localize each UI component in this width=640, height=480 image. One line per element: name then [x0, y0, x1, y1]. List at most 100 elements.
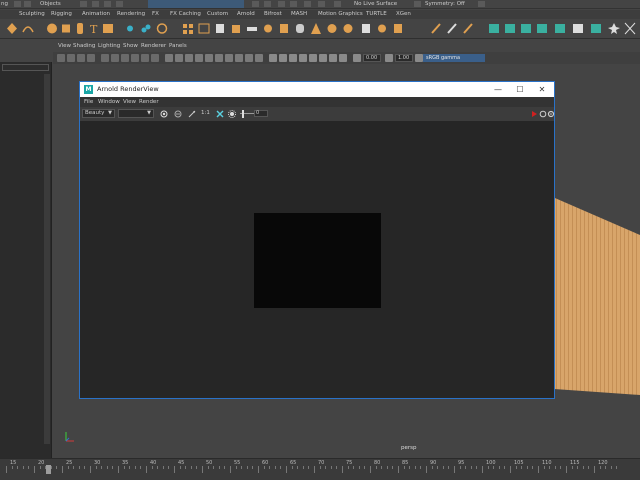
- color-management-icon[interactable]: [339, 54, 347, 62]
- ambient-occlusion-icon[interactable]: [225, 54, 233, 62]
- fit-view-icon[interactable]: [188, 110, 196, 118]
- camera-attributes-icon[interactable]: [67, 54, 75, 62]
- renderview-menu-file[interactable]: File: [84, 97, 93, 107]
- shelf-tab-turtle[interactable]: TURTLE: [364, 10, 389, 19]
- render-canvas[interactable]: [80, 121, 554, 398]
- separate-tool-icon[interactable]: [278, 22, 290, 35]
- resolution-gate-icon[interactable]: [121, 54, 129, 62]
- curve-tool-icon[interactable]: [22, 22, 34, 35]
- uv-tool-icon[interactable]: [360, 22, 372, 35]
- anti-aliasing-icon[interactable]: [245, 54, 253, 62]
- color-space-select[interactable]: sRGB gamma: [423, 54, 485, 62]
- grid-tool-icon[interactable]: [182, 22, 194, 35]
- shelf-tab-fx[interactable]: FX: [150, 10, 161, 19]
- viewport-menu-lighting[interactable]: Lighting: [98, 42, 120, 51]
- xray-toggle-icon[interactable]: [279, 54, 287, 62]
- select-face-icon[interactable]: [488, 22, 500, 35]
- magnet-icon[interactable]: [318, 1, 325, 7]
- menu-set-icon[interactable]: [14, 1, 21, 7]
- deform-tool-icon[interactable]: [392, 22, 404, 35]
- symmetry-icon[interactable]: [414, 1, 421, 7]
- isolate-select-icon[interactable]: [269, 54, 277, 62]
- dice-icon[interactable]: [572, 22, 584, 35]
- star-tool-icon[interactable]: [608, 22, 620, 35]
- select-edge-icon[interactable]: [504, 22, 516, 35]
- exposure-icon[interactable]: [353, 54, 361, 62]
- bevel-tool-icon[interactable]: [214, 22, 226, 35]
- film-gate-icon[interactable]: [111, 54, 119, 62]
- stop-render-icon[interactable]: [174, 110, 182, 118]
- wood-plane-object[interactable]: [540, 195, 640, 395]
- select-camera-icon[interactable]: [57, 54, 65, 62]
- settings-gear-icon[interactable]: [547, 110, 555, 118]
- outliner-scrollbar[interactable]: [44, 74, 50, 444]
- grid-toggle-icon[interactable]: [101, 54, 109, 62]
- sculpt-tool-icon[interactable]: [342, 22, 354, 35]
- target-weld-icon[interactable]: [624, 22, 636, 35]
- cube-tool-icon[interactable]: [60, 22, 72, 35]
- cylinder-tool-icon[interactable]: [74, 22, 86, 35]
- gamma-icon[interactable]: [385, 54, 393, 62]
- shelf-tab-motion-graphics[interactable]: Motion Graphics: [316, 10, 365, 19]
- combine-tool-icon[interactable]: [262, 22, 274, 35]
- viewport-menu-shading[interactable]: Shading: [73, 42, 95, 51]
- camera-tool-icon[interactable]: [124, 22, 136, 35]
- minimize-button[interactable]: —: [486, 82, 510, 97]
- bookmark-icon[interactable]: [77, 54, 85, 62]
- shelf-tab-mash[interactable]: MASH: [289, 10, 309, 19]
- renderview-menu-window[interactable]: Window: [98, 97, 120, 107]
- arnold-renderview-window[interactable]: M Arnold RenderView — ☐ ✕ File Window Vi…: [79, 81, 555, 399]
- viewport-menu-show[interactable]: Show: [123, 42, 138, 51]
- extrude-tool-icon[interactable]: [230, 22, 242, 35]
- nurbs-tool-icon[interactable]: [156, 22, 168, 35]
- snap-curve-icon[interactable]: [92, 1, 99, 7]
- cluster-tool-icon[interactable]: [140, 22, 152, 35]
- live-surface-icon[interactable]: [334, 1, 341, 7]
- snap-grid-icon[interactable]: [80, 1, 87, 7]
- gamma-field[interactable]: 1.00: [395, 54, 413, 62]
- ipr-icon[interactable]: [252, 1, 259, 7]
- render-tools-strip[interactable]: [148, 0, 244, 8]
- hypershade-icon[interactable]: [278, 1, 285, 7]
- svg-tool-icon[interactable]: [102, 22, 114, 35]
- live-surface-label[interactable]: No Live Surface: [354, 0, 397, 8]
- shelf-tab-sculpting[interactable]: Sculpting: [17, 10, 47, 19]
- select-uv-icon[interactable]: [536, 22, 548, 35]
- outliner-filter-field[interactable]: [2, 64, 49, 71]
- field-chart-icon[interactable]: [141, 54, 149, 62]
- snap-point-icon[interactable]: [104, 1, 111, 7]
- symmetry-label[interactable]: Symmetry: Off: [425, 0, 465, 8]
- viewport-menu-panels[interactable]: Panels: [169, 42, 187, 51]
- image-plane-icon[interactable]: [87, 54, 95, 62]
- gate-mask-icon[interactable]: [131, 54, 139, 62]
- status-extra-icon[interactable]: [478, 1, 485, 7]
- objects-label[interactable]: Objects: [40, 0, 61, 8]
- depth-of-field-icon[interactable]: [255, 54, 263, 62]
- knife-tool-icon[interactable]: [446, 22, 458, 35]
- shelf-tab-arnold[interactable]: Arnold: [235, 10, 257, 19]
- lattice-tool-icon[interactable]: [198, 22, 210, 35]
- hud-icon[interactable]: [319, 54, 327, 62]
- select-vertex-icon[interactable]: [520, 22, 532, 35]
- shelf-tab-fx-caching[interactable]: FX Caching: [168, 10, 203, 19]
- exposure-slider-field[interactable]: 0: [254, 110, 268, 117]
- shadows-icon[interactable]: [215, 54, 223, 62]
- smooth-tool-icon[interactable]: [294, 22, 306, 35]
- xray-icon[interactable]: [304, 1, 311, 7]
- renderview-menu-view[interactable]: View: [123, 97, 136, 107]
- aov-select[interactable]: Beauty ▼: [82, 109, 115, 118]
- reduce-tool-icon[interactable]: [310, 22, 322, 35]
- wireframe-on-shaded-icon[interactable]: [185, 54, 193, 62]
- refresh-icon[interactable]: [539, 110, 547, 118]
- render-settings-icon[interactable]: [264, 1, 271, 7]
- maximize-button[interactable]: ☐: [508, 82, 532, 97]
- xray-joints-icon[interactable]: [289, 54, 297, 62]
- shelf-tab-animation[interactable]: Animation: [80, 10, 112, 19]
- shelf-tab-rendering[interactable]: Rendering: [115, 10, 147, 19]
- bevel-edge-icon[interactable]: [590, 22, 602, 35]
- renderview-title-bar[interactable]: M Arnold RenderView — ☐ ✕: [80, 82, 554, 97]
- camera-select[interactable]: ▼: [118, 109, 154, 118]
- exposure-slider-handle[interactable]: [242, 110, 244, 118]
- shelf-tab-custom[interactable]: Custom: [205, 10, 230, 19]
- renderview-menu-render[interactable]: Render: [139, 97, 159, 107]
